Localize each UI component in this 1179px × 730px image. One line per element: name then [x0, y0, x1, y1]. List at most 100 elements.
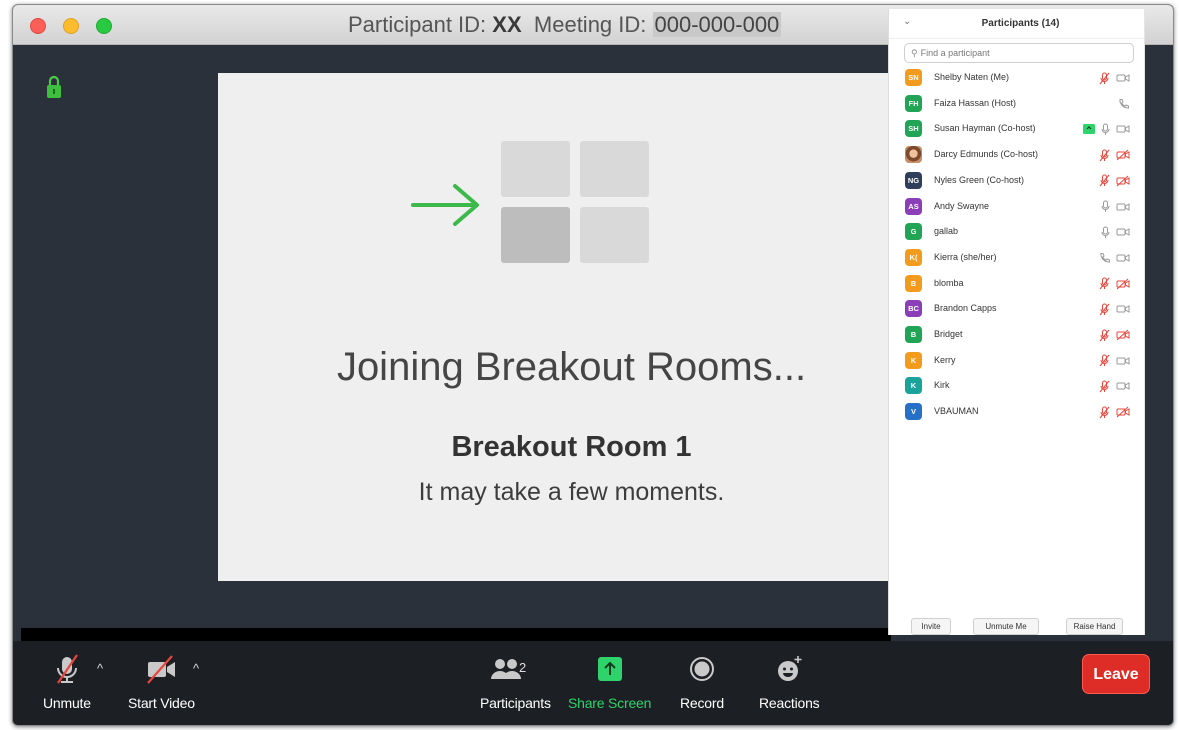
avatar: B — [905, 326, 922, 343]
audio-options-caret-icon[interactable]: ^ — [97, 661, 103, 676]
find-participant-input[interactable]: ⚲ Find a participant — [904, 43, 1134, 63]
participant-row[interactable]: SH Susan Hayman (Co-host) — [889, 119, 1144, 139]
participant-name: gallab — [934, 226, 959, 237]
avatar: SN — [905, 69, 922, 86]
meeting-toolbar: Unmute ^ Start Video ^ 2 Participants Sh… — [13, 641, 1173, 725]
video-off-icon — [1116, 329, 1130, 341]
reactions-label: Reactions — [759, 695, 820, 711]
participant-name: Susan Hayman (Co-host) — [934, 123, 1036, 134]
participant-row[interactable]: NG Nyles Green (Co-host) — [889, 171, 1144, 191]
video-options-caret-icon[interactable]: ^ — [193, 661, 199, 676]
meeting-id-label: Meeting ID: — [533, 12, 647, 37]
unmute-button[interactable]: Unmute — [43, 653, 91, 711]
lock-icon[interactable] — [46, 75, 62, 99]
record-label: Record — [680, 695, 724, 711]
record-button[interactable]: Record — [680, 653, 724, 711]
breakout-room-name: Breakout Room 1 — [451, 431, 692, 463]
participant-status-icons — [1118, 97, 1130, 111]
participant-name: Darcy Edmunds (Co-host) — [934, 149, 1039, 160]
video-off-icon — [1116, 149, 1130, 161]
minimize-window-button[interactable] — [63, 18, 79, 34]
avatar: B — [905, 274, 922, 292]
start-video-button[interactable]: Start Video — [128, 653, 195, 711]
participant-id-label: Participant ID: — [348, 12, 487, 37]
close-window-button[interactable] — [30, 18, 46, 34]
participant-name: VBAUMAN — [934, 406, 979, 417]
participant-name: Nyles Green (Co-host) — [934, 174, 1025, 185]
video-camera-off-icon — [147, 655, 176, 684]
joining-breakout-card: Joining Breakout Rooms... Breakout Room … — [218, 73, 891, 581]
participant-name: Faiza Hassan (Host) — [934, 97, 1017, 108]
avatar: G — [905, 223, 922, 241]
microphone-muted-icon — [1099, 380, 1110, 393]
video-off-icon — [1116, 175, 1130, 187]
participant-row[interactable]: K(Kierra (she/her) — [889, 248, 1144, 268]
participant-name: Bridget — [934, 329, 963, 339]
avatar: SH — [905, 120, 922, 138]
participants-panel-header: ⌄ Participants (14) — [889, 9, 1144, 39]
microphone-muted-icon — [1099, 277, 1110, 290]
reactions-button[interactable]: Reactions — [759, 653, 820, 711]
participant-name: Brandon Capps — [934, 303, 997, 314]
phone-icon — [1119, 98, 1129, 109]
unmute-me-button[interactable]: Unmute Me — [973, 618, 1039, 635]
participant-row[interactable]: B Bridget — [889, 325, 1144, 345]
microphone-muted-icon — [1099, 303, 1110, 316]
participant-row[interactable]: Darcy Edmunds (Co-host) — [889, 145, 1144, 165]
arrow-right-icon — [411, 184, 479, 226]
video-icon — [1116, 356, 1130, 365]
microphone-muted-icon — [1099, 329, 1110, 341]
microphone-icon — [1101, 226, 1110, 238]
participant-status-icons — [1098, 174, 1130, 188]
participant-row[interactable]: FH Faiza Hassan (Host) — [889, 94, 1144, 114]
phone-icon — [1100, 252, 1110, 263]
participant-status-icons — [1098, 405, 1130, 419]
reactions-emoji-icon — [778, 656, 802, 681]
video-icon — [1116, 202, 1130, 211]
participant-row[interactable]: AS Andy Swayne — [889, 197, 1144, 217]
participant-row[interactable]: SN Shelby Naten (Me) — [889, 68, 1144, 88]
meeting-id-value: 000-000-000 — [652, 12, 782, 37]
participant-status-icons — [1098, 354, 1130, 368]
participant-row[interactable]: K Kirk — [889, 376, 1144, 396]
participant-name: blomba — [934, 277, 964, 288]
participant-status-icons — [1100, 225, 1130, 239]
raise-hand-button[interactable]: Raise Hand — [1066, 618, 1123, 635]
video-icon — [1116, 125, 1130, 134]
participant-name: Shelby Naten (Me) — [934, 72, 1010, 82]
participant-name: Kerry — [934, 354, 956, 365]
microphone-muted-icon — [1099, 354, 1110, 367]
leave-meeting-button[interactable]: Leave — [1082, 654, 1150, 694]
avatar: AS — [905, 197, 922, 215]
video-off-icon — [1116, 406, 1130, 418]
start-video-label: Start Video — [128, 695, 195, 711]
participants-count: 2 — [519, 660, 527, 675]
participant-status-icons — [1100, 200, 1130, 214]
video-off-icon — [1116, 278, 1130, 289]
avatar: K — [905, 351, 922, 369]
share-screen-button[interactable]: Share Screen — [568, 653, 651, 711]
microphone-muted-icon — [1099, 406, 1110, 418]
microphone-icon — [1101, 200, 1110, 212]
participant-row[interactable]: BC Brandon Capps — [889, 299, 1144, 319]
participant-row[interactable]: Bblomba — [889, 274, 1144, 294]
participant-status-icons — [1098, 71, 1130, 85]
microphone-muted-icon — [1099, 72, 1110, 84]
video-icon — [1116, 74, 1130, 82]
avatar — [905, 146, 922, 164]
window-title: Participant ID: XX Meeting ID: 000-000-0… — [348, 12, 782, 38]
zoom-window-button[interactable] — [96, 18, 112, 34]
participant-status-icons — [1098, 379, 1130, 393]
participant-row[interactable]: K Kerry — [889, 351, 1144, 371]
video-icon — [1116, 382, 1130, 391]
participant-id-value: XX — [492, 12, 522, 37]
participants-button[interactable]: 2 Participants — [480, 653, 551, 711]
participant-name: Kierra (she/her) — [934, 251, 997, 262]
participants-panel: ⌄ Participants (14) ⚲ Find a participant … — [888, 9, 1145, 635]
invite-button[interactable]: Invite — [911, 618, 951, 635]
participant-row[interactable]: Ggallab — [889, 222, 1144, 242]
participant-row[interactable]: V VBAUMAN — [889, 402, 1144, 422]
find-participant-placeholder: Find a participant — [920, 48, 990, 58]
participant-name: Kirk — [934, 380, 950, 391]
participant-status-icons — [1098, 277, 1130, 291]
